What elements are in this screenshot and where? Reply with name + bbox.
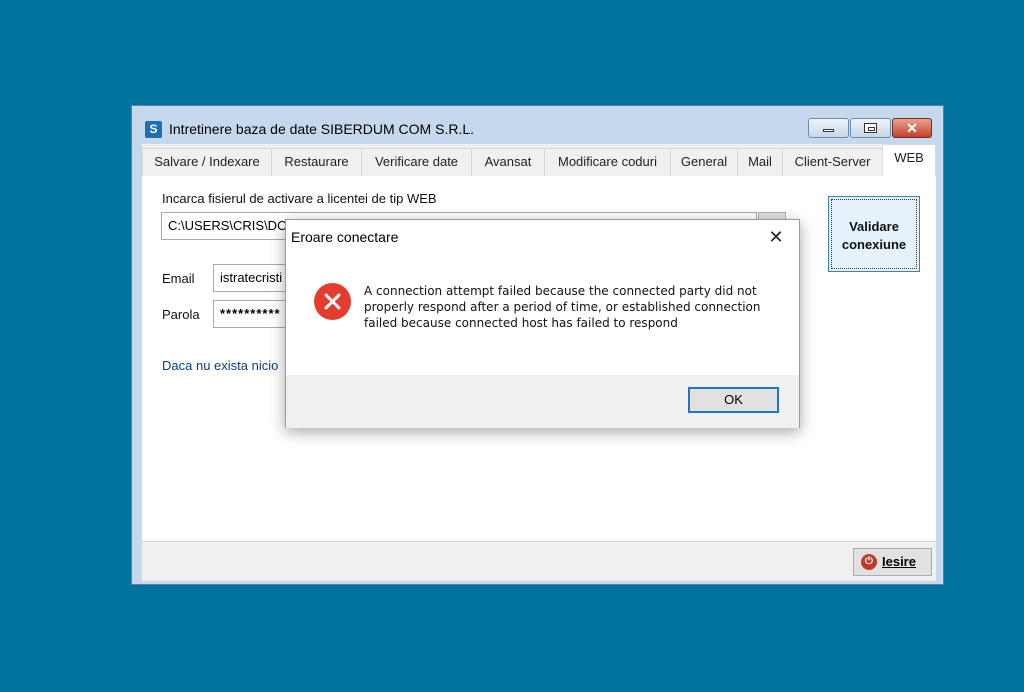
exit-label: Iesire <box>882 554 916 569</box>
tab-client-server[interactable]: Client-Server <box>782 148 883 176</box>
dialog-footer: OK <box>286 375 799 428</box>
dialog-title: Eroare conectare <box>291 229 399 245</box>
tab-web[interactable]: WEB <box>882 144 936 176</box>
error-icon <box>314 283 351 320</box>
ok-button[interactable]: OK <box>688 387 779 413</box>
dialog-close-icon[interactable]: ✕ <box>764 226 788 248</box>
power-icon: ⏻ <box>861 554 877 570</box>
license-file-label: Incarca fisierul de activare a licentei … <box>162 191 437 206</box>
password-label: Parola <box>162 307 200 322</box>
error-message: A connection attempt failed because the … <box>364 284 761 330</box>
close-icon: ✕ <box>906 120 918 136</box>
tab-avansat[interactable]: Avansat <box>471 148 545 176</box>
info-link[interactable]: Daca nu exista nicio <box>162 358 278 373</box>
email-label: Email <box>162 271 195 286</box>
tab-restaurare[interactable]: Restaurare <box>271 148 362 176</box>
validate-connection-button[interactable]: Validare conexiune <box>828 196 920 272</box>
close-button[interactable]: ✕ <box>892 118 932 138</box>
minimize-icon <box>823 129 834 132</box>
status-bar: ⏻ Iesire <box>142 541 936 581</box>
exit-button[interactable]: ⏻ Iesire <box>853 548 932 576</box>
tab-mail[interactable]: Mail <box>737 148 783 176</box>
minimize-button[interactable] <box>808 118 849 138</box>
title-bar[interactable]: S Intretinere baza de date SIBERDUM COM … <box>132 106 943 144</box>
error-dialog: Eroare conectare ✕ A connection attempt … <box>285 219 800 428</box>
tab-salvare-indexare[interactable]: Salvare / Indexare <box>142 148 272 176</box>
validate-label-line2: conexiune <box>841 237 907 252</box>
tab-bar: Salvare / Indexare Restaurare Verificare… <box>142 144 936 176</box>
window-title: Intretinere baza de date SIBERDUM COM S.… <box>169 121 475 137</box>
tab-general[interactable]: General <box>670 148 738 176</box>
validate-label-line1: Validare <box>849 219 899 234</box>
tab-modificare-coduri[interactable]: Modificare coduri <box>544 148 671 176</box>
maximize-icon <box>864 123 877 133</box>
maximize-button[interactable] <box>850 118 891 138</box>
tab-verificare-date[interactable]: Verificare date <box>361 148 472 176</box>
app-icon: S <box>145 121 162 138</box>
